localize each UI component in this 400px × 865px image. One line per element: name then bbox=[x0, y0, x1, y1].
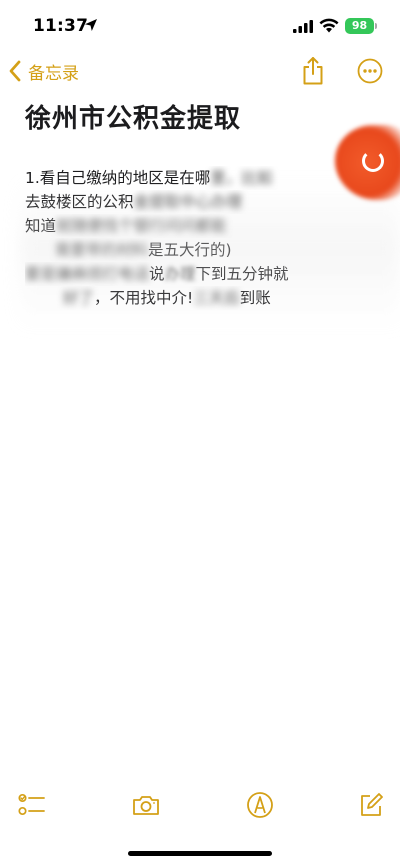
note-blurred-text: 就随便找个银行问问都能 bbox=[56, 217, 227, 235]
note-text: 去鼓楼区的公积 bbox=[25, 193, 134, 211]
compose-icon[interactable] bbox=[356, 790, 386, 820]
location-arrow-icon bbox=[85, 19, 97, 31]
back-label: 备忘录 bbox=[28, 63, 79, 84]
home-indicator[interactable] bbox=[128, 851, 272, 856]
note-text: 知道 bbox=[25, 217, 57, 235]
back-button[interactable]: 备忘录 bbox=[8, 57, 79, 85]
note-line-5: 要是嫌麻烦打电话说办理下到五分钟就 bbox=[25, 262, 375, 286]
note-blurred-text: 里，比如 bbox=[210, 169, 273, 187]
note-text: ，不用找中介! bbox=[94, 289, 194, 307]
note-blurred-text: 要是嫌麻烦打电话 bbox=[25, 265, 150, 283]
note-blurred-text: 金提取中心办理 bbox=[133, 193, 243, 211]
note-text: 说 bbox=[149, 265, 165, 283]
cellular-signal-icon bbox=[293, 20, 313, 33]
status-bar: 11:37 98 bbox=[0, 0, 400, 52]
note-text: 是五大行的) bbox=[148, 241, 232, 259]
wifi-icon bbox=[319, 18, 339, 33]
note-line-3: 知道就随便找个银行问问都能 bbox=[25, 214, 375, 238]
battery-indicator: 98 bbox=[345, 18, 374, 34]
status-time: 11:37 bbox=[33, 16, 89, 36]
camera-icon[interactable] bbox=[131, 790, 161, 820]
share-icon[interactable] bbox=[300, 56, 326, 86]
ellipsis-circle-icon[interactable] bbox=[357, 58, 383, 84]
note-blurred-text: 好了 bbox=[63, 289, 95, 307]
note-line-4: 需要带的材料是五大行的) bbox=[25, 238, 375, 262]
checklist-icon[interactable] bbox=[17, 790, 47, 820]
note-text: 1.看自己缴纳的地区是在哪 bbox=[25, 169, 211, 187]
note-line-2: 去鼓楼区的公积金提取中心办理 bbox=[25, 190, 375, 214]
note-line-1: 1.看自己缴纳的地区是在哪里，比如 bbox=[25, 166, 375, 190]
note-blurred-text: 需要带的材料 bbox=[55, 241, 149, 259]
bottom-toolbar bbox=[0, 790, 400, 830]
note-text: 下到五分钟就 bbox=[195, 265, 289, 283]
chevron-left-icon bbox=[9, 60, 21, 82]
note-blurred-text: 三天后 bbox=[193, 289, 240, 307]
note-title[interactable]: 徐州市公积金提取 bbox=[25, 98, 385, 135]
battery-cap bbox=[375, 23, 377, 29]
markup-pen-icon[interactable] bbox=[245, 790, 275, 820]
note-body[interactable]: 1.看自己缴纳的地区是在哪里，比如 去鼓楼区的公积金提取中心办理 知道就随便找个… bbox=[25, 166, 375, 310]
note-line-6: 好了，不用找中介!三天后到账 bbox=[25, 286, 375, 310]
blurred-badge-mark bbox=[362, 150, 384, 172]
note-text: 到账 bbox=[239, 289, 271, 307]
note-blurred-text: 办理 bbox=[164, 265, 196, 283]
